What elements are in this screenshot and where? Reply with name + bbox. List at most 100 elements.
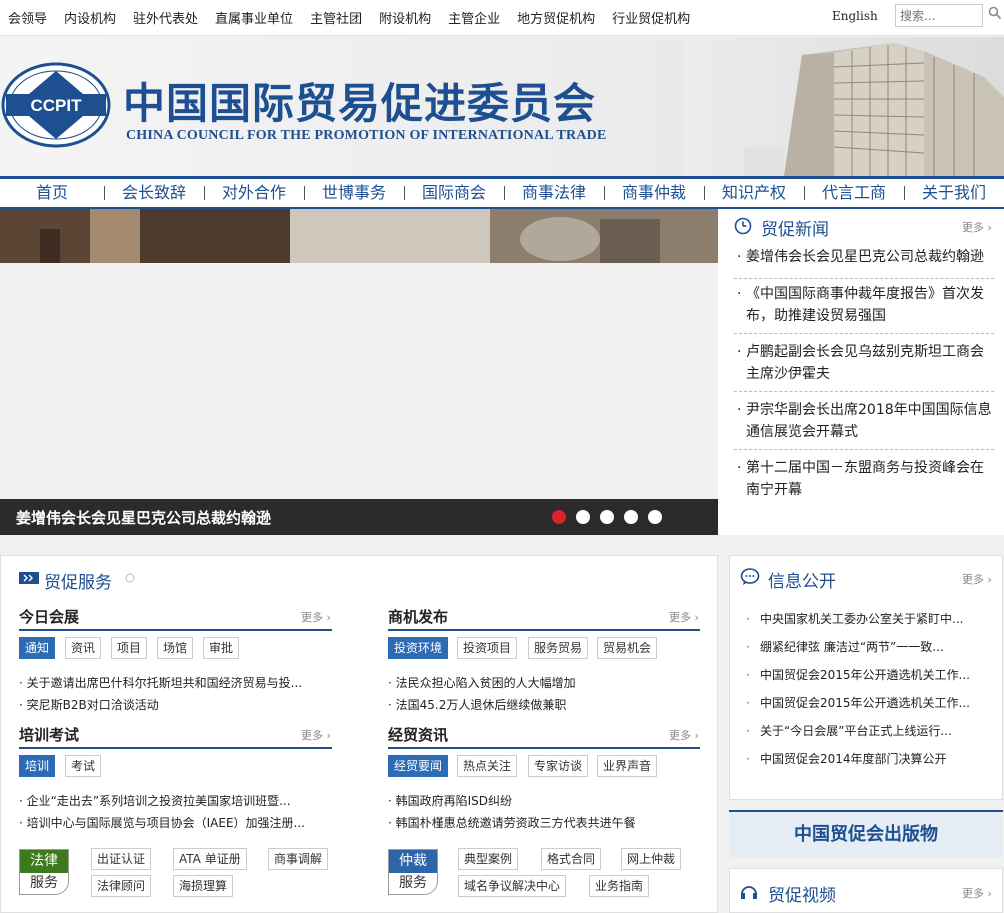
top-link-societies[interactable]: 主管社团 xyxy=(310,8,362,27)
today-expo-divider xyxy=(19,629,332,631)
tag-notice[interactable]: 通知 xyxy=(19,637,56,659)
main-nav: 首页 会长致辞 对外合作 世博事务 国际商会 商事法律 商事仲裁 知识产权 代言… xyxy=(0,176,1004,209)
news-slider[interactable]: 姜增伟会长会见星巴克公司总裁约翰逊 xyxy=(0,209,718,535)
top-link-departments[interactable]: 内设机构 xyxy=(64,8,116,27)
trade-services-panel: 贸促服务 今日会展 更多 › 通知 资讯 项目 场馆 审批 关于邀请出席巴什科尔… xyxy=(0,555,718,913)
tag-news[interactable]: 资讯 xyxy=(65,637,102,659)
tag-approval[interactable]: 审批 xyxy=(203,637,240,659)
legal-link-average[interactable]: 海损理算 xyxy=(173,875,234,897)
slider-dot-1[interactable] xyxy=(552,510,566,524)
circle-icon xyxy=(125,573,135,583)
tag-hot-topics[interactable]: 热点关注 xyxy=(457,755,518,777)
arbitration-link-contracts[interactable]: 格式合同 xyxy=(541,848,602,870)
arbitration-link-online[interactable]: 网上仲裁 xyxy=(621,848,682,870)
top-link-affiliated[interactable]: 直属事业单位 xyxy=(215,8,293,27)
business-divider xyxy=(388,629,700,631)
news-more-link[interactable]: 更多 › xyxy=(962,219,992,235)
nav-home[interactable]: 首页 xyxy=(0,179,104,207)
slider-dot-3[interactable] xyxy=(600,510,614,524)
tag-exam[interactable]: 考试 xyxy=(65,755,102,777)
news-item[interactable]: 《中国国际商事仲裁年度报告》首次发布，助推建设贸易强国 xyxy=(734,283,994,334)
slide-image[interactable] xyxy=(0,209,718,263)
slide-caption-bar: 姜增伟会长会见星巴克公司总裁约翰逊 xyxy=(0,499,718,535)
legal-link-mediation[interactable]: 商事调解 xyxy=(268,848,329,870)
info-item[interactable]: 绷紧纪律弦 廉洁过“两节”一一致... xyxy=(746,638,944,655)
top-link-leaders[interactable]: 会领导 xyxy=(8,8,47,27)
training-more[interactable]: 更多 › xyxy=(301,727,331,743)
legal-link-ata[interactable]: ATA 单证册 xyxy=(173,848,247,870)
training-item[interactable]: 企业“走出去”系列培训之投资拉美国家培训班暨... xyxy=(19,792,291,809)
clock-icon xyxy=(734,217,752,235)
slider-dot-4[interactable] xyxy=(624,510,638,524)
tag-economic-news[interactable]: 经贸要闻 xyxy=(388,755,449,777)
news-item[interactable]: 尹宗华副会长出席2018年中国国际信息通信展览会开幕式 xyxy=(734,399,994,450)
info-item[interactable]: 中国贸促会2015年公开遴选机关工作... xyxy=(746,666,970,683)
ccpit-logo-icon[interactable]: CCPIT xyxy=(0,62,112,148)
business-item[interactable]: 法民众担心陷入贫困的人大幅增加 xyxy=(388,674,576,691)
arbitration-link-domain[interactable]: 域名争议解决中心 xyxy=(458,875,567,897)
business-more[interactable]: 更多 › xyxy=(669,609,699,625)
english-link[interactable]: English xyxy=(832,9,878,23)
economic-more[interactable]: 更多 › xyxy=(669,727,699,743)
business-title: 商机发布 xyxy=(388,608,449,626)
publications-button[interactable]: 中国贸促会出版物 xyxy=(729,810,1003,858)
info-item[interactable]: 中央国家机关工委办公室关于紧盯中... xyxy=(746,610,963,627)
top-link-overseas[interactable]: 驻外代表处 xyxy=(133,8,198,27)
nav-chamber[interactable]: 国际商会 xyxy=(404,179,504,207)
slider-dot-2[interactable] xyxy=(576,510,590,524)
top-bar: 会领导 内设机构 驻外代表处 直属事业单位 主管社团 附设机构 主管企业 地方贸… xyxy=(0,0,1004,36)
tag-service-trade[interactable]: 服务贸易 xyxy=(528,637,589,659)
tag-industry-voice[interactable]: 业界声音 xyxy=(597,755,658,777)
tag-trade-opportunity[interactable]: 贸易机会 xyxy=(597,637,658,659)
nav-law[interactable]: 商事法律 xyxy=(504,179,604,207)
tag-invest-env[interactable]: 投资环境 xyxy=(388,637,449,659)
economic-item[interactable]: 韩国朴槿惠总统邀请劳资政三方代表共进午餐 xyxy=(388,814,636,831)
logo-text: CCPIT xyxy=(31,96,83,115)
video-panel: 贸促视频 更多 › xyxy=(729,868,1003,913)
nav-ip[interactable]: 知识产权 xyxy=(704,179,804,207)
top-link-industry[interactable]: 行业贸促机构 xyxy=(612,8,690,27)
top-link-attached[interactable]: 附设机构 xyxy=(379,8,431,27)
top-link-local[interactable]: 地方贸促机构 xyxy=(517,8,595,27)
slider-dot-5[interactable] xyxy=(648,510,662,524)
top-link-enterprises[interactable]: 主管企业 xyxy=(448,8,500,27)
nav-business[interactable]: 代言工商 xyxy=(804,179,904,207)
today-expo-item[interactable]: 关于邀请出席巴什科尔托斯坦共和国经济贸易与投... xyxy=(19,674,302,691)
legal-link-certification[interactable]: 出证认证 xyxy=(91,848,152,870)
info-more-link[interactable]: 更多 › xyxy=(962,571,992,587)
training-divider xyxy=(19,747,332,749)
tag-expert-interview[interactable]: 专家访谈 xyxy=(528,755,589,777)
info-disclosure-panel: 信息公开 更多 › 中央国家机关工委办公室关于紧盯中... 绷紧纪律弦 廉洁过“… xyxy=(729,555,1003,800)
info-item[interactable]: 中国贸促会2014年度部门决算公开 xyxy=(746,750,947,767)
arbitration-link-cases[interactable]: 典型案例 xyxy=(458,848,519,870)
tag-venue[interactable]: 场馆 xyxy=(157,637,194,659)
slide-caption[interactable]: 姜增伟会长会见星巴克公司总裁约翰逊 xyxy=(16,507,271,528)
nav-about[interactable]: 关于我们 xyxy=(904,179,1004,207)
info-item[interactable]: 中国贸促会2015年公开遴选机关工作... xyxy=(746,694,970,711)
today-expo-more[interactable]: 更多 › xyxy=(301,609,331,625)
services-title: 贸促服务 xyxy=(44,573,112,593)
tag-training[interactable]: 培训 xyxy=(19,755,56,777)
info-item[interactable]: 关于“今日会展”平台正式上线运行... xyxy=(746,722,952,739)
business-item[interactable]: 法国45.2万人退休后继续做兼职 xyxy=(388,696,567,713)
news-item[interactable]: 第十二届中国－东盟商务与投资峰会在南宁开幕 xyxy=(734,457,994,503)
nav-expo[interactable]: 世博事务 xyxy=(304,179,404,207)
video-more-link[interactable]: 更多 › xyxy=(962,885,992,901)
legal-link-counsel[interactable]: 法律顾问 xyxy=(91,875,152,897)
search-icon[interactable] xyxy=(988,6,1002,20)
news-item[interactable]: 姜增伟会长会见星巴克公司总裁约翰逊 xyxy=(734,246,994,279)
arbitration-service-badge[interactable]: 仲裁 服务 xyxy=(388,849,438,895)
legal-service-badge[interactable]: 法律 服务 xyxy=(19,849,69,895)
nav-arbitration[interactable]: 商事仲裁 xyxy=(604,179,704,207)
training-item[interactable]: 培训中心与国际展览与项目协会（IAEE）加强注册... xyxy=(19,814,305,831)
today-expo-item[interactable]: 突尼斯B2B对口洽谈活动 xyxy=(19,696,159,713)
arbitration-link-guide[interactable]: 业务指南 xyxy=(589,875,650,897)
tag-invest-project[interactable]: 投资项目 xyxy=(457,637,518,659)
news-item[interactable]: 卢鹏起副会长会见乌兹别克斯坦工商会主席沙伊霍夫 xyxy=(734,341,994,392)
brand-name-cn: 中国国际贸易促进委员会 xyxy=(123,79,597,128)
search-input[interactable] xyxy=(895,4,983,27)
economic-item[interactable]: 韩国政府再陷ISD纠纷 xyxy=(388,792,512,809)
nav-president[interactable]: 会长致辞 xyxy=(104,179,204,207)
tag-project[interactable]: 项目 xyxy=(111,637,148,659)
nav-cooperation[interactable]: 对外合作 xyxy=(204,179,304,207)
